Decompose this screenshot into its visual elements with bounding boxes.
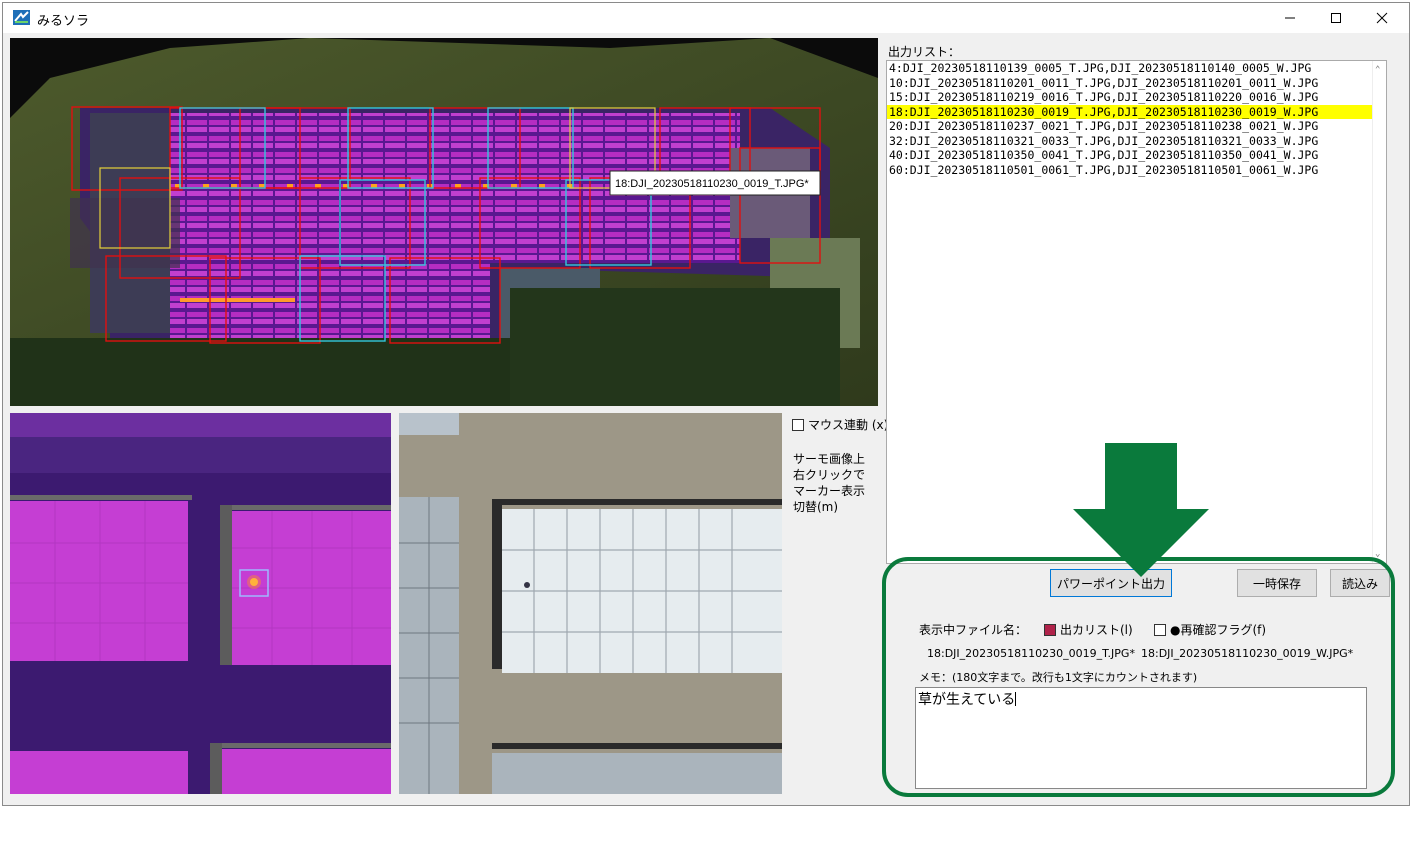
marker-hint-line: マーカー表示 (793, 484, 866, 498)
minimize-button[interactable] (1267, 3, 1313, 33)
close-icon (1376, 12, 1388, 24)
list-item[interactable]: 15:DJI_20230518110219_0016_T.JPG,DJI_202… (887, 90, 1386, 105)
marker-hint-line: 切替(m) (793, 500, 839, 514)
highlight-frame (882, 557, 1395, 797)
mouse-link-checkbox[interactable] (792, 418, 804, 431)
thermal-canvas[interactable] (10, 413, 391, 794)
close-button[interactable] (1359, 3, 1405, 33)
minimize-icon (1285, 17, 1295, 19)
marker-hint-line: サーモ画像上 (793, 452, 866, 466)
list-item-selected[interactable]: 18:DJI_20230518110230_0019_T.JPG,DJI_202… (887, 104, 1386, 119)
maximize-button[interactable] (1313, 3, 1359, 33)
title-bar: みるソラ (3, 3, 1409, 33)
output-list-label: 出力リスト： (888, 45, 961, 59)
map-tooltip: 18:DJI_20230518110230_0019_T.JPG* (615, 178, 809, 190)
list-item[interactable]: 40:DJI_20230518110350_0041_T.JPG,DJI_202… (887, 148, 1386, 163)
marker-hint-line: 右クリックで (793, 468, 866, 482)
list-item[interactable]: 10:DJI_20230518110201_0011_T.JPG,DJI_202… (887, 76, 1386, 91)
mouse-link-toggle[interactable]: マウス連動 (x) (792, 416, 888, 433)
window-title: みるソラ (37, 14, 90, 29)
mouse-link-label: マウス連動 (x) (808, 418, 889, 432)
list-item[interactable]: 32:DJI_20230518110321_0033_T.JPG,DJI_202… (887, 134, 1386, 149)
app-logo-icon (13, 10, 30, 25)
orthomosaic-map[interactable]: 18:DJI_20230518110230_0019_T.JPG* (10, 38, 878, 406)
map-canvas[interactable]: 18:DJI_20230518110230_0019_T.JPG* (10, 38, 878, 406)
visible-canvas[interactable] (399, 413, 782, 794)
scroll-up-icon[interactable]: ⌃ (1375, 63, 1380, 78)
maximize-icon (1331, 13, 1341, 23)
list-item[interactable]: 20:DJI_20230518110237_0021_T.JPG,DJI_202… (887, 119, 1386, 134)
down-arrow-icon (1073, 443, 1209, 577)
list-item[interactable]: 60:DJI_20230518110501_0061_T.JPG,DJI_202… (887, 163, 1386, 178)
marker-hint: サーモ画像上 右クリックで マーカー表示 切替(m) (793, 451, 883, 515)
list-item[interactable]: 4:DJI_20230518110139_0005_T.JPG,DJI_2023… (887, 61, 1386, 76)
thermal-image-view[interactable] (10, 413, 391, 794)
visible-image-view[interactable] (399, 413, 782, 794)
list-scrollbar[interactable]: ⌃ ⌄ (1372, 61, 1386, 563)
